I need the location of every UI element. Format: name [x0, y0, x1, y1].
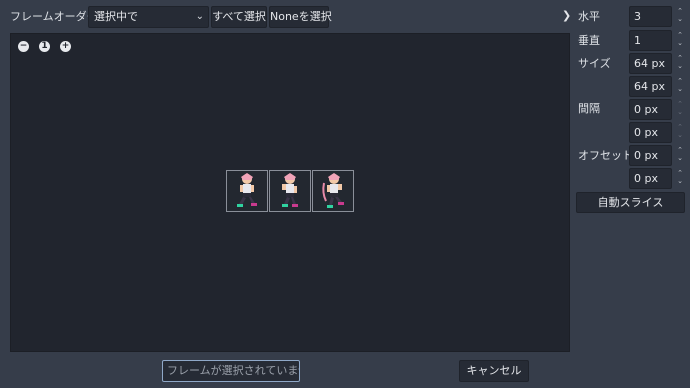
frame-order-select[interactable]: 選択中で ⌄	[88, 6, 209, 28]
sprite-frame[interactable]	[269, 170, 311, 212]
horizontal-label: 水平	[578, 10, 600, 23]
offset-x-input[interactable]: 0 px	[629, 145, 672, 166]
vertical-label: 垂直	[578, 34, 600, 47]
offset-y-stepper-icon[interactable]: ⌃ ⌄	[675, 169, 685, 185]
sprite-viewport[interactable]: − 1 +	[10, 33, 570, 352]
spacing-x-input[interactable]: 0 px	[629, 99, 672, 120]
frame-order-value: 選択中で	[94, 10, 138, 23]
character-sprite	[322, 173, 344, 208]
spacing-label: 間隔	[578, 102, 600, 115]
select-all-button[interactable]: すべて選択	[211, 6, 267, 28]
collapse-panel-icon[interactable]: ❯	[562, 9, 571, 22]
size-label: サイズ	[578, 57, 611, 70]
character-sprite	[237, 173, 257, 207]
vertical-stepper-icon[interactable]: ⌃ ⌄	[675, 31, 685, 47]
spacing-y-stepper-icon[interactable]: ⌃ ⌄	[675, 123, 685, 139]
horizontal-stepper-icon[interactable]: ⌃ ⌄	[675, 7, 685, 23]
frame-order-label: フレームオーダー	[10, 10, 98, 23]
sprite-frame[interactable]	[312, 170, 354, 212]
vertical-input[interactable]: 1	[629, 30, 672, 51]
sprite-frames	[226, 170, 355, 213]
select-none-button[interactable]: Noneを選択	[269, 6, 332, 28]
size-x-stepper-icon[interactable]: ⌃ ⌄	[675, 54, 685, 70]
offset-label: オフセット	[578, 149, 633, 162]
size-x-input[interactable]: 64 px	[629, 53, 672, 74]
offset-x-stepper-icon[interactable]: ⌃ ⌄	[675, 146, 685, 162]
spacing-y-input[interactable]: 0 px	[629, 122, 672, 143]
size-y-stepper-icon[interactable]: ⌃ ⌄	[675, 77, 685, 93]
cancel-button[interactable]: キャンセル	[459, 360, 529, 382]
character-sprite	[282, 173, 298, 207]
zoom-in-icon[interactable]: +	[60, 41, 71, 52]
horizontal-input[interactable]: 3	[629, 6, 672, 27]
offset-y-input[interactable]: 0 px	[629, 168, 672, 189]
chevron-down-icon: ⌄	[195, 11, 204, 22]
size-y-input[interactable]: 64 px	[629, 76, 672, 97]
spacing-x-stepper-icon[interactable]: ⌃ ⌄	[675, 100, 685, 116]
selection-status-field[interactable]: フレームが選択されていません	[162, 360, 300, 382]
auto-slice-button[interactable]: 自動スライス	[576, 192, 685, 213]
sprite-frame[interactable]	[226, 170, 268, 212]
zoom-out-icon[interactable]: −	[18, 41, 29, 52]
zoom-reset-icon[interactable]: 1	[39, 41, 50, 52]
